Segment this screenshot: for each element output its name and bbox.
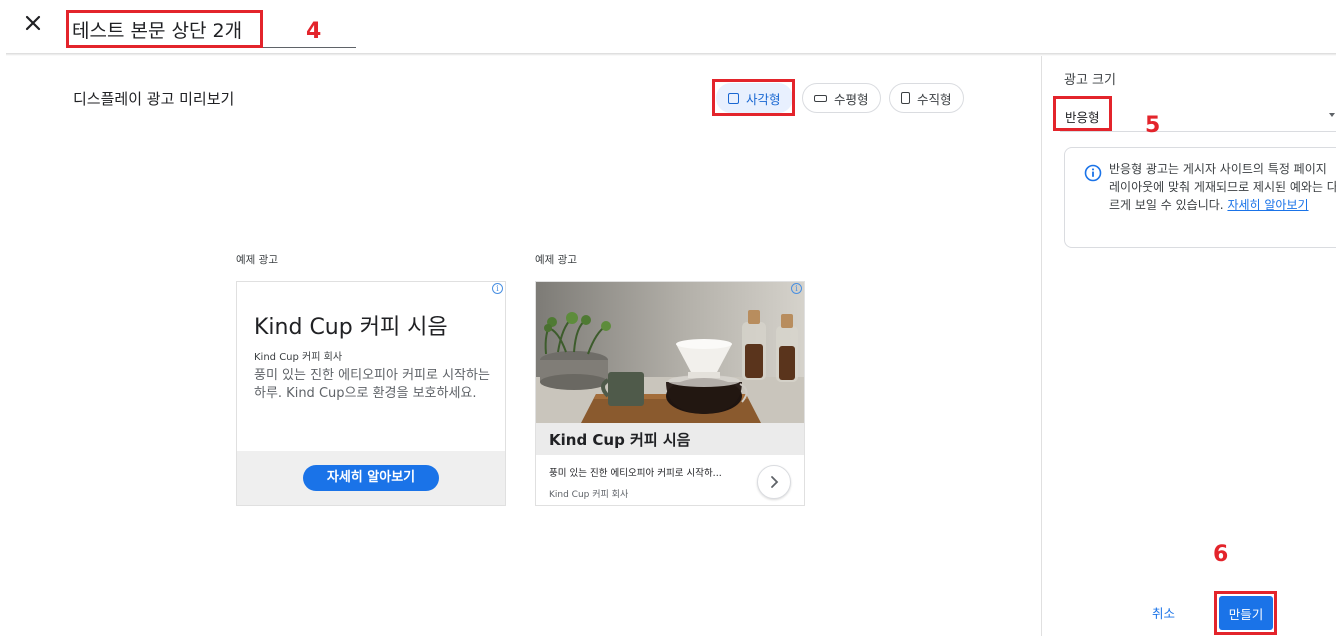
ad-unit-name-input[interactable]: [68, 12, 264, 46]
cancel-button[interactable]: 취소: [1152, 603, 1175, 622]
ad-label: 예제 광고: [236, 254, 278, 266]
close-icon: [25, 15, 41, 31]
ad-next-button[interactable]: [757, 465, 791, 499]
square-icon: [728, 92, 739, 104]
preview-title: 디스플레이 광고 미리보기: [73, 90, 235, 108]
horizontal-rect-icon: [814, 94, 827, 102]
shape-horizontal-chip[interactable]: 수평형: [802, 83, 881, 113]
info-icon: [1084, 164, 1102, 182]
dialog-header: 4: [0, 0, 1336, 54]
shape-horizontal-label: 수평형: [834, 91, 869, 107]
vertical-rect-icon: [901, 92, 910, 104]
chevron-right-icon: [771, 476, 779, 488]
annotation-number-5: 5: [1145, 113, 1161, 138]
ad-headline-bar: Kind Cup 커피 시음: [536, 423, 804, 455]
coffee-photo: [536, 282, 804, 423]
shape-square-chip[interactable]: 사각형: [716, 83, 793, 113]
ad-business-name: Kind Cup 커피 회사: [254, 352, 343, 363]
shape-square-label: 사각형: [746, 91, 781, 107]
sample-ad-text: i Kind Cup 커피 시음 Kind Cup 커피 회사 풍미 있는 진한…: [236, 281, 506, 506]
create-button[interactable]: 만들기: [1219, 596, 1273, 630]
info-notice: 반응형 광고는 게시자 사이트의 특정 페이지 레이아웃에 맞춰 게재되므로 제…: [1064, 147, 1336, 248]
preview-panel: 디스플레이 광고 미리보기 사각형 수평형 수직형 예제 광고 i Kind C…: [0, 56, 1041, 636]
ad-label: 예제 광고: [535, 254, 577, 266]
annotation-number-6: 6: [1213, 542, 1229, 567]
ad-cta-button[interactable]: 자세히 알아보기: [303, 465, 439, 491]
ad-size-dropdown[interactable]: 반응형: [1060, 98, 1336, 132]
sample-ad-image: i Kind Cup 커피 시음 풍미 있는 진한 에티오피아 커피로 시작하.…: [535, 281, 805, 506]
info-text: 반응형 광고는 게시자 사이트의 특정 페이지 레이아웃에 맞춰 게재되므로 제…: [1109, 160, 1336, 214]
adchoices-icon[interactable]: i: [791, 283, 802, 294]
shape-vertical-label: 수직형: [917, 91, 952, 107]
ad-business-name: Kind Cup 커피 회사: [549, 490, 629, 500]
ad-description: 풍미 있는 진한 에티오피아 커피로 시작하는 하루. Kind Cup으로 환…: [254, 368, 490, 401]
ad-headline: Kind Cup 커피 시음: [254, 315, 448, 340]
ad-size-value: 반응형: [1065, 110, 1100, 125]
adchoices-icon[interactable]: i: [492, 283, 503, 294]
shape-vertical-chip[interactable]: 수직형: [889, 83, 964, 113]
ad-footer: 자세히 알아보기: [237, 451, 505, 505]
annotation-number-4: 4: [306, 19, 322, 44]
ad-description: 풍미 있는 진한 에티오피아 커피로 시작하...: [549, 468, 722, 479]
ad-size-label: 광고 크기: [1064, 73, 1116, 88]
caret-down-icon: [1329, 113, 1335, 117]
ad-headline: Kind Cup 커피 시음: [549, 431, 691, 449]
settings-panel: 광고 크기 반응형 5 반응형 광고는 게시자 사이트의 특정 페이지 레이아웃…: [1041, 56, 1336, 636]
learn-more-link[interactable]: 자세히 알아보기: [1227, 198, 1308, 212]
close-button[interactable]: [22, 12, 44, 34]
